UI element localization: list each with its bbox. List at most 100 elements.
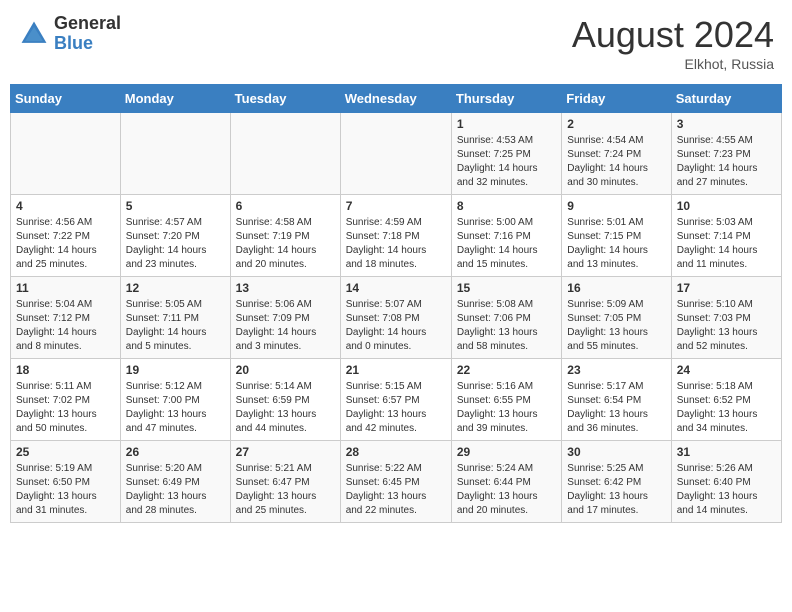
day-number: 5 [126,199,225,213]
calendar-day: 3 Sunrise: 4:55 AM Sunset: 7:23 PM Daylig… [671,113,781,195]
day-info: Sunrise: 5:07 AM Sunset: 7:08 PM Dayligh… [346,298,446,354]
calendar-day: 20Sunrise: 5:14 AM Sunset: 6:59 PM Dayli… [230,359,340,441]
header-row: SundayMondayTuesdayWednesdayThursdayFrid… [11,85,782,113]
day-info: Sunrise: 5:01 AM Sunset: 7:15 PM Dayligh… [567,216,665,272]
calendar-day: 28 Sunrise: 5:22 AM Sunset: 6:45 PM Dayli… [340,441,451,523]
day-number: 18 [16,363,115,377]
calendar-day: 13 Sunrise: 5:06 AM Sunset: 7:09 PM Dayli… [230,277,340,359]
day-number: 7 [346,199,446,213]
day-number: 17 [677,281,776,295]
calendar-day: 11 Sunrise: 5:04 AM Sunset: 7:12 PM Dayli… [11,277,121,359]
header-day: Thursday [451,85,561,113]
day-info: Sunrise: 5:12 AM Sunset: 7:00 PM Dayligh… [126,380,225,436]
day-number: 31 [677,445,776,459]
day-info: Sunrise: 5:24 AM Sunset: 6:44 PM Dayligh… [457,462,556,518]
day-info: Sunrise: 5:06 AM Sunset: 7:09 PM Dayligh… [236,298,335,354]
day-number: 10 [677,199,776,213]
day-info: Sunrise: 4:57 AM Sunset: 7:20 PM Dayligh… [126,216,225,272]
calendar-day: 27Sunrise: 5:21 AM Sunset: 6:47 PM Dayli… [230,441,340,523]
calendar-day: 31 Sunrise: 5:26 AM Sunset: 6:40 PM Dayli… [671,441,781,523]
day-info: Sunrise: 4:59 AM Sunset: 7:18 PM Dayligh… [346,216,446,272]
calendar-day: 10 Sunrise: 5:03 AM Sunset: 7:14 PM Dayli… [671,195,781,277]
day-info: Sunrise: 5:17 AM Sunset: 6:54 PM Dayligh… [567,380,665,436]
day-info: Sunrise: 5:18 AM Sunset: 6:52 PM Dayligh… [677,380,776,436]
calendar-day: 30 Sunrise: 5:25 AM Sunset: 6:42 PM Dayli… [562,441,671,523]
calendar-day: 26 Sunrise: 5:20 AM Sunset: 6:49 PM Dayli… [120,441,230,523]
day-info: Sunrise: 5:11 AM Sunset: 7:02 PM Dayligh… [16,380,115,436]
logo-text: General Blue [54,14,121,54]
calendar-week: 25Sunrise: 5:19 AM Sunset: 6:50 PM Dayli… [11,441,782,523]
calendar-day: 5 Sunrise: 4:57 AM Sunset: 7:20 PM Daylig… [120,195,230,277]
calendar-day: 23 Sunrise: 5:17 AM Sunset: 6:54 PM Dayli… [562,359,671,441]
calendar-week: 1 Sunrise: 4:53 AM Sunset: 7:25 PM Daylig… [11,113,782,195]
day-number: 6 [236,199,335,213]
calendar-day: 18 Sunrise: 5:11 AM Sunset: 7:02 PM Dayli… [11,359,121,441]
day-number: 29 [457,445,556,459]
calendar-day [340,113,451,195]
calendar-day: 9 Sunrise: 5:01 AM Sunset: 7:15 PM Daylig… [562,195,671,277]
day-info: Sunrise: 5:10 AM Sunset: 7:03 PM Dayligh… [677,298,776,354]
day-info: Sunrise: 5:25 AM Sunset: 6:42 PM Dayligh… [567,462,665,518]
day-info: Sunrise: 4:54 AM Sunset: 7:24 PM Dayligh… [567,134,665,190]
day-number: 23 [567,363,665,377]
calendar-table: SundayMondayTuesdayWednesdayThursdayFrid… [10,84,782,523]
day-info: Sunrise: 4:58 AM Sunset: 7:19 PM Dayligh… [236,216,335,272]
header-day: Monday [120,85,230,113]
calendar-day: 14 Sunrise: 5:07 AM Sunset: 7:08 PM Dayli… [340,277,451,359]
calendar-day: 19Sunrise: 5:12 AM Sunset: 7:00 PM Dayli… [120,359,230,441]
day-info: Sunrise: 5:05 AM Sunset: 7:11 PM Dayligh… [126,298,225,354]
day-number: 1 [457,117,556,131]
calendar-day: 4 Sunrise: 4:56 AM Sunset: 7:22 PM Daylig… [11,195,121,277]
day-number: 14 [346,281,446,295]
day-info: Sunrise: 5:15 AM Sunset: 6:57 PM Dayligh… [346,380,446,436]
day-info: Sunrise: 5:08 AM Sunset: 7:06 PM Dayligh… [457,298,556,354]
location: Elkhot, Russia [572,56,774,72]
day-number: 3 [677,117,776,131]
month-title: August 2024 [572,14,774,56]
day-info: Sunrise: 5:04 AM Sunset: 7:12 PM Dayligh… [16,298,115,354]
header-day: Friday [562,85,671,113]
day-number: 21 [346,363,446,377]
day-number: 9 [567,199,665,213]
title-block: August 2024 Elkhot, Russia [572,14,774,72]
calendar-day: 22Sunrise: 5:16 AM Sunset: 6:55 PM Dayli… [451,359,561,441]
calendar-day: 12 Sunrise: 5:05 AM Sunset: 7:11 PM Dayli… [120,277,230,359]
day-number: 28 [346,445,446,459]
day-info: Sunrise: 4:56 AM Sunset: 7:22 PM Dayligh… [16,216,115,272]
day-number: 26 [126,445,225,459]
page-header: General Blue August 2024 Elkhot, Russia [10,10,782,76]
calendar-day [11,113,121,195]
calendar-day [120,113,230,195]
calendar-week: 11 Sunrise: 5:04 AM Sunset: 7:12 PM Dayli… [11,277,782,359]
calendar-day: 6 Sunrise: 4:58 AM Sunset: 7:19 PM Daylig… [230,195,340,277]
day-number: 30 [567,445,665,459]
calendar-week: 18 Sunrise: 5:11 AM Sunset: 7:02 PM Dayli… [11,359,782,441]
day-info: Sunrise: 5:22 AM Sunset: 6:45 PM Dayligh… [346,462,446,518]
calendar-week: 4 Sunrise: 4:56 AM Sunset: 7:22 PM Daylig… [11,195,782,277]
day-number: 27 [236,445,335,459]
day-number: 25 [16,445,115,459]
day-info: Sunrise: 5:00 AM Sunset: 7:16 PM Dayligh… [457,216,556,272]
calendar-body: 1 Sunrise: 4:53 AM Sunset: 7:25 PM Daylig… [11,113,782,523]
day-info: Sunrise: 5:20 AM Sunset: 6:49 PM Dayligh… [126,462,225,518]
day-info: Sunrise: 5:03 AM Sunset: 7:14 PM Dayligh… [677,216,776,272]
calendar-day: 17 Sunrise: 5:10 AM Sunset: 7:03 PM Dayli… [671,277,781,359]
day-info: Sunrise: 5:16 AM Sunset: 6:55 PM Dayligh… [457,380,556,436]
calendar-day: 29 Sunrise: 5:24 AM Sunset: 6:44 PM Dayli… [451,441,561,523]
calendar-day: 21 Sunrise: 5:15 AM Sunset: 6:57 PM Dayli… [340,359,451,441]
day-number: 4 [16,199,115,213]
header-day: Wednesday [340,85,451,113]
logo: General Blue [18,14,121,54]
calendar-day: 25Sunrise: 5:19 AM Sunset: 6:50 PM Dayli… [11,441,121,523]
day-info: Sunrise: 4:55 AM Sunset: 7:23 PM Dayligh… [677,134,776,190]
day-number: 11 [16,281,115,295]
calendar-day [230,113,340,195]
day-number: 20 [236,363,335,377]
logo-blue: Blue [54,34,121,54]
day-info: Sunrise: 4:53 AM Sunset: 7:25 PM Dayligh… [457,134,556,190]
day-number: 13 [236,281,335,295]
day-number: 12 [126,281,225,295]
day-info: Sunrise: 5:26 AM Sunset: 6:40 PM Dayligh… [677,462,776,518]
header-day: Sunday [11,85,121,113]
calendar-day: 7 Sunrise: 4:59 AM Sunset: 7:18 PM Daylig… [340,195,451,277]
